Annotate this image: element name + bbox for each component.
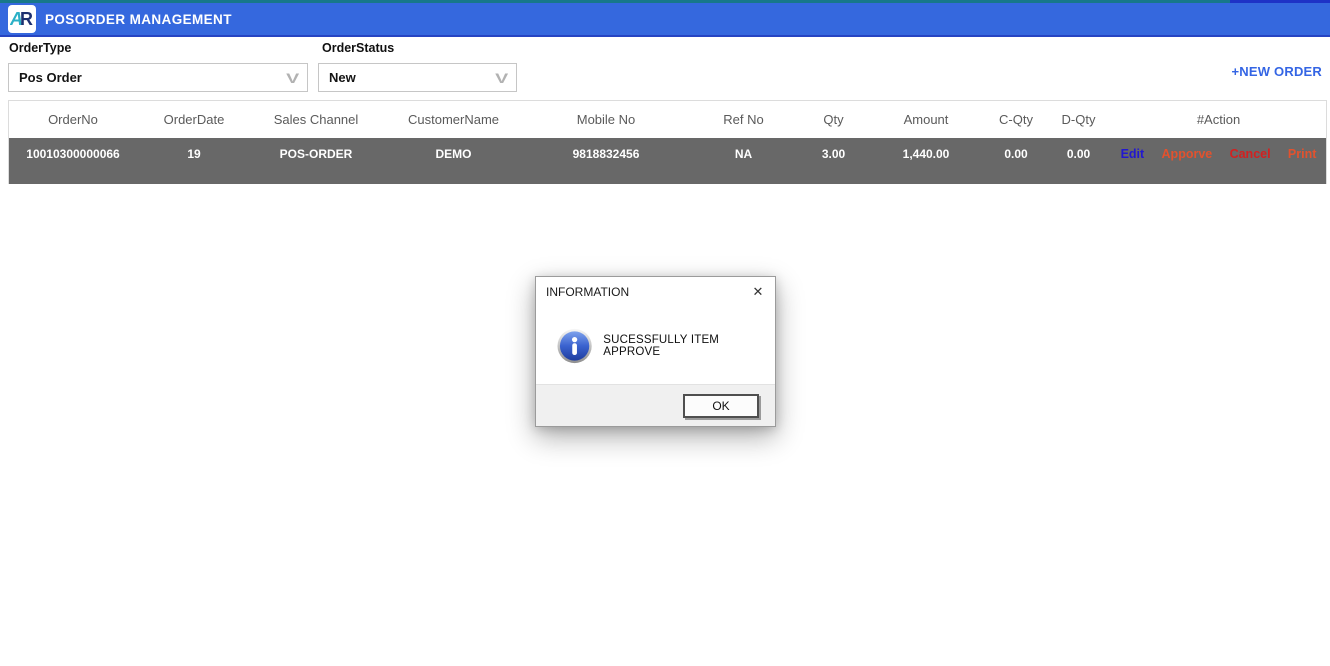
col-orderno: OrderNo (9, 101, 137, 138)
table-row[interactable]: 10010300000066 19 POS-ORDER DEMO 9818832… (9, 138, 1326, 184)
cell-order-date: 19 (187, 147, 201, 161)
col-c-qty: C-Qty (986, 101, 1046, 138)
svg-text:R: R (20, 9, 33, 29)
chevron-down-icon: V (285, 69, 299, 86)
ok-button[interactable]: OK (683, 393, 759, 418)
cell-ref-no: NA (734, 147, 753, 161)
chevron-down-icon: V (494, 69, 508, 86)
cell-c-qty: 0.00 (1004, 147, 1028, 161)
col-mobile-no: Mobile No (526, 101, 686, 138)
cell-actions: Edit Apporve Cancel Print (1111, 138, 1326, 184)
cell-customer-name: DEMO (435, 147, 472, 161)
app-logo: A R (8, 5, 36, 33)
col-qty: Qty (801, 101, 866, 138)
cell-d-qty: 0.00 (1066, 147, 1091, 161)
orders-table-container: OrderNo OrderDate Sales Channel Customer… (8, 100, 1327, 184)
order-status-select[interactable]: New V (318, 63, 517, 92)
col-sales-channel: Sales Channel (251, 101, 381, 138)
dialog-titlebar: INFORMATION ✕ (536, 277, 775, 307)
information-dialog: INFORMATION ✕ SUCESSFULLY ITEM APPROVE O… (535, 276, 776, 427)
order-type-value: Pos Order (19, 70, 82, 85)
top-accent-strip-right (1230, 0, 1330, 3)
cell-sales-channel: POS-ORDER (279, 147, 353, 161)
col-action: #Action (1111, 101, 1326, 138)
dialog-body: SUCESSFULLY ITEM APPROVE (536, 307, 775, 384)
col-amount: Amount (866, 101, 986, 138)
close-icon[interactable]: ✕ (749, 283, 767, 301)
orders-table: OrderNo OrderDate Sales Channel Customer… (9, 101, 1326, 184)
cell-qty: 3.00 (821, 147, 846, 161)
cell-amount: 1,440.00 (902, 147, 950, 161)
order-status-label: OrderStatus (322, 41, 395, 55)
order-type-label: OrderType (9, 41, 72, 55)
order-type-select[interactable]: Pos Order V (8, 63, 308, 92)
print-link[interactable]: Print (1288, 147, 1316, 161)
cancel-link[interactable]: Cancel (1230, 147, 1271, 161)
dialog-footer: OK (536, 384, 775, 426)
info-icon (557, 328, 592, 363)
edit-link[interactable]: Edit (1121, 147, 1145, 161)
ar-logo-icon: A R (10, 9, 33, 29)
approve-link[interactable]: Apporve (1162, 147, 1213, 161)
dialog-message: SUCESSFULLY ITEM APPROVE (603, 333, 720, 358)
page-title: POSORDER MANAGEMENT (45, 11, 232, 27)
cell-mobile-no: 9818832456 (572, 147, 640, 161)
app-header: A R POSORDER MANAGEMENT (0, 3, 1330, 37)
col-customername: CustomerName (381, 101, 526, 138)
col-d-qty: D-Qty (1046, 101, 1111, 138)
dialog-title: INFORMATION (546, 285, 630, 299)
cell-order-no: 10010300000066 (26, 147, 120, 161)
top-accent-strip (0, 0, 1330, 3)
col-orderdate: OrderDate (137, 101, 251, 138)
order-status-value: New (329, 70, 356, 85)
col-ref-no: Ref No (686, 101, 801, 138)
new-order-button[interactable]: +NEW ORDER (1232, 64, 1322, 79)
table-header-row: OrderNo OrderDate Sales Channel Customer… (9, 101, 1326, 138)
